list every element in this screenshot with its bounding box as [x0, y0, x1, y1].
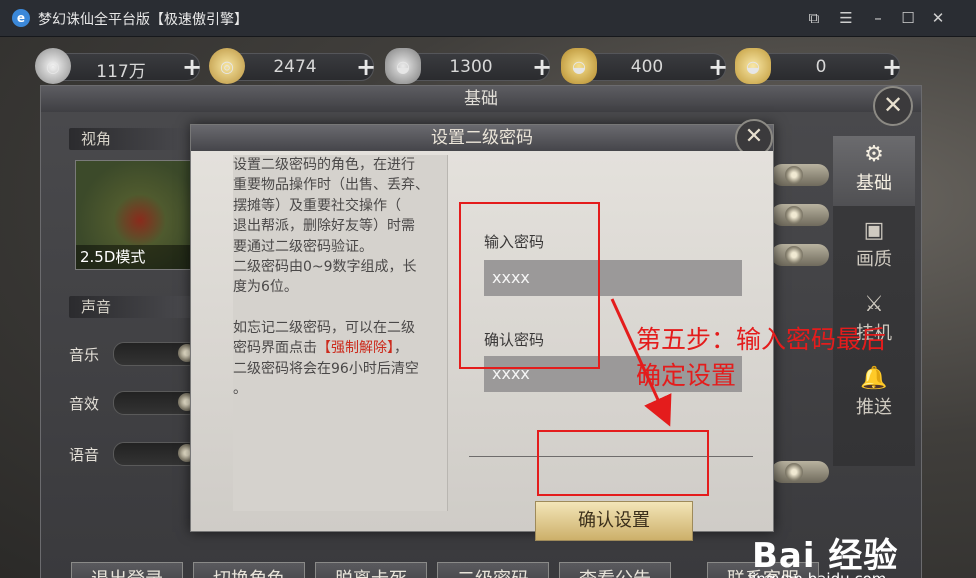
minimize-button[interactable]: –: [866, 6, 890, 30]
menu-icon[interactable]: ☰: [834, 6, 858, 30]
close-window-button[interactable]: ✕: [926, 6, 950, 30]
watermark-url: jingyan.baidu.com: [748, 570, 886, 578]
restore-window-icon[interactable]: ⧉: [802, 6, 826, 30]
window-title-bar: e 梦幻诛仙全平台版【极速傲引擎】 ⧉ ☰ – ☐ ✕: [0, 0, 976, 37]
app-logo-icon: e: [12, 9, 30, 27]
maximize-button[interactable]: ☐: [896, 6, 920, 30]
annotation-arrow-icon: [610, 298, 672, 427]
game-viewport: ◎ 117万 + ◎ 2474 + ◒ 1300 + ◒ 400 + ◒ 0 +…: [0, 37, 976, 578]
window-title: 梦幻诛仙全平台版【极速傲引擎】: [38, 12, 248, 28]
